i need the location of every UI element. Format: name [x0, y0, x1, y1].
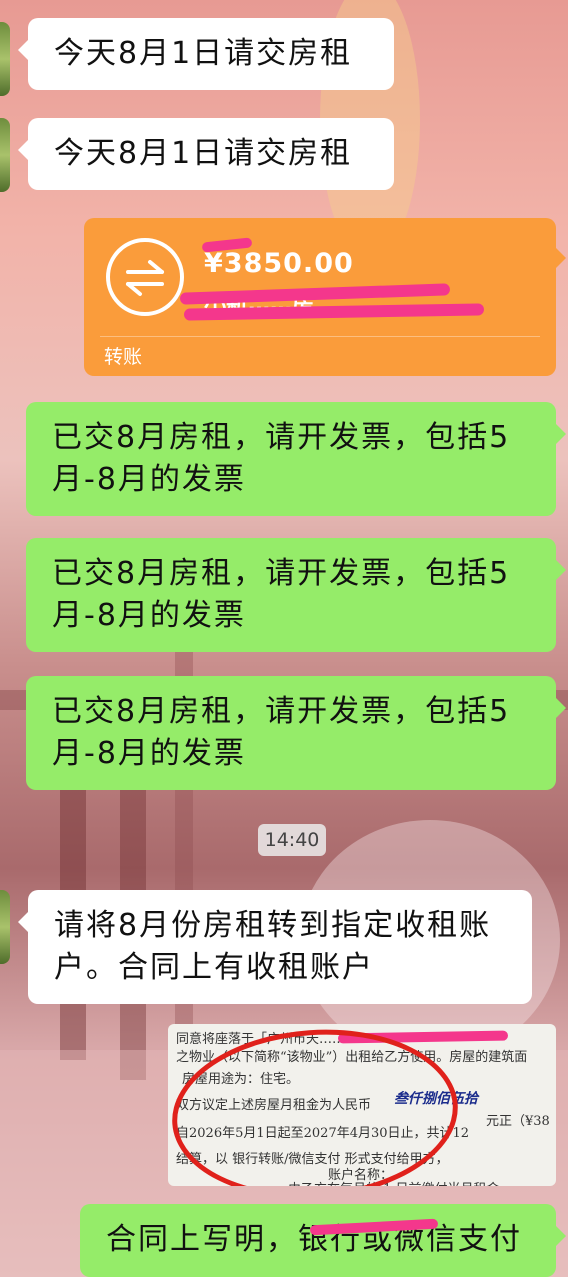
- transfer-card[interactable]: ¥3850.00 小新……房… 转账: [84, 218, 566, 376]
- message-bubble-incoming[interactable]: 请将8月份房租转到指定收租账户。合同上有收租账户: [18, 890, 532, 1004]
- message-text: 已交8月房租，请开发票，包括5月-8月的发票: [52, 420, 511, 497]
- message-text: 已交8月房租，请开发票，包括5月-8月的发票: [52, 694, 511, 771]
- transfer-arrows-icon: [106, 238, 184, 316]
- message-bubble-incoming[interactable]: 今天8月1日请交房租: [18, 118, 394, 190]
- contract-text: 元正（¥38: [486, 1114, 550, 1129]
- message-text: 请将8月份房租转到指定收租账户。合同上有收租账户: [54, 908, 492, 985]
- transfer-label: 转账: [104, 346, 143, 368]
- message-bubble-outgoing[interactable]: 合同上写明，银行或微信支付: [80, 1204, 566, 1277]
- message-bubble-outgoing[interactable]: 已交8月房租，请开发票，包括5月-8月的发票: [26, 676, 566, 790]
- message-bubble-outgoing[interactable]: 已交8月房租，请开发票，包括5月-8月的发票: [26, 402, 566, 516]
- contact-avatar[interactable]: [0, 890, 10, 964]
- message-text: 今天8月1日请交房租: [54, 136, 353, 171]
- transfer-amount: ¥3850.00: [204, 248, 354, 279]
- message-text: 已交8月房租，请开发票，包括5月-8月的发票: [52, 556, 511, 633]
- message-text: 今天8月1日请交房租: [54, 36, 353, 71]
- chat-timestamp: 14:40: [258, 824, 326, 856]
- contract-photo[interactable]: 同意将座落于「广州市天…… 之物业（以下简称“该物业”）出租给乙方使用。房屋的建…: [168, 1024, 556, 1186]
- transfer-divider: [100, 336, 540, 337]
- message-bubble-outgoing[interactable]: 已交8月房租，请开发票，包括5月-8月的发票: [26, 538, 566, 652]
- contact-avatar[interactable]: [0, 22, 10, 96]
- contact-avatar[interactable]: [0, 118, 10, 192]
- message-bubble-incoming[interactable]: 今天8月1日请交房租: [18, 18, 394, 90]
